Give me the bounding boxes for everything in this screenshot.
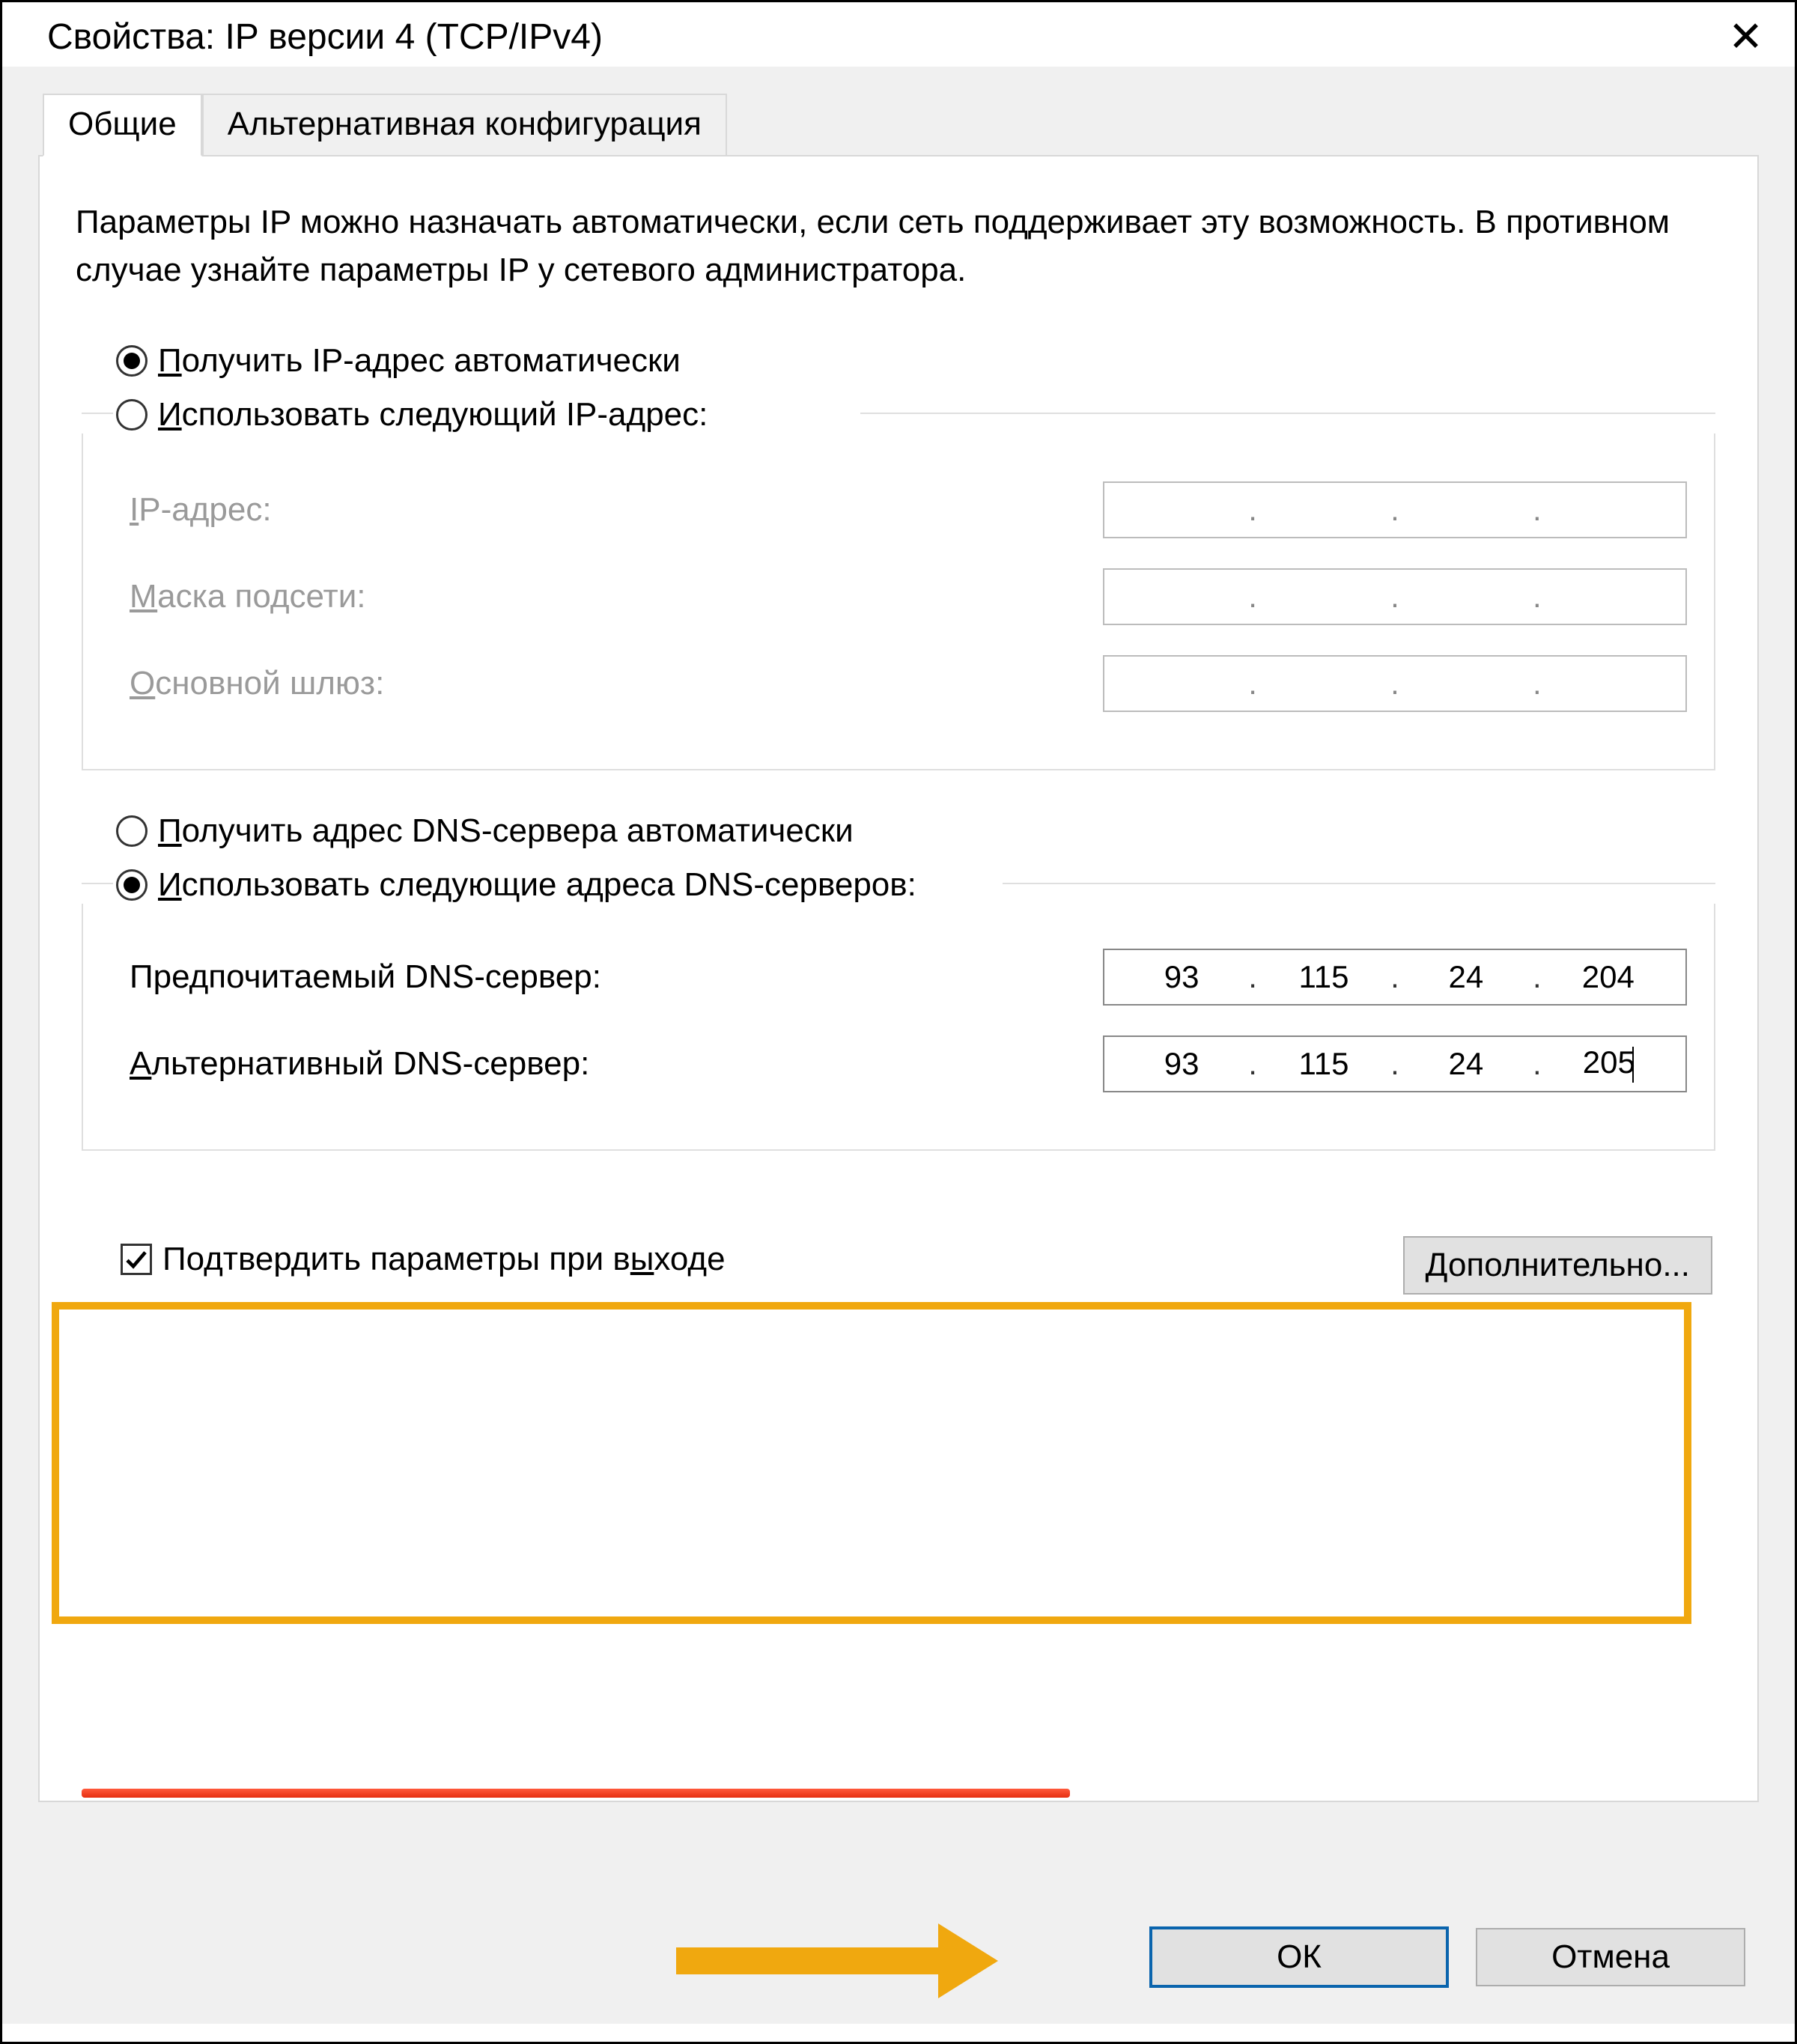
input-ip-address: ...	[1103, 481, 1687, 538]
radio-icon	[116, 815, 148, 847]
window-title: Свойства: IP версии 4 (TCP/IPv4)	[47, 16, 603, 58]
label-subnet: Маска подсети:	[130, 578, 366, 615]
radio-ip-auto-label: Получить IP-адрес автоматически	[158, 342, 681, 380]
ipv4-properties-dialog: Свойства: IP версии 4 (TCP/IPv4) ✕ Общие…	[0, 0, 1797, 2044]
input-preferred-dns[interactable]: 93. 115. 24. 204	[1103, 949, 1687, 1006]
tab-general[interactable]: Общие	[43, 94, 202, 156]
annotation-red-underline	[82, 1789, 1070, 1798]
radio-dns-manual-label: Использовать следующие адреса DNS-сервер…	[158, 866, 916, 904]
row-preferred-dns: Предпочитаемый DNS-сервер: 93. 115. 24. …	[130, 949, 1687, 1006]
titlebar: Свойства: IP версии 4 (TCP/IPv4) ✕	[2, 2, 1795, 67]
label-gateway: Основной шлюз:	[130, 665, 384, 702]
tab-alternate[interactable]: Альтернативная конфигурация	[202, 94, 727, 155]
advanced-button[interactable]: Дополнительно...	[1403, 1236, 1712, 1295]
label-alternate-dns: Альтернативный DNS-сервер:	[130, 1045, 589, 1083]
footer-buttons: ОК Отмена	[1149, 1926, 1745, 1988]
ok-button[interactable]: ОК	[1149, 1926, 1449, 1988]
radio-icon	[116, 869, 148, 901]
label-preferred-dns: Предпочитаемый DNS-сервер:	[130, 958, 601, 996]
row-subnet: Маска подсети: ...	[130, 568, 1687, 625]
cancel-button[interactable]: Отмена	[1476, 1928, 1745, 1986]
row-ip-address: IP-адрес: ...	[130, 481, 1687, 538]
label-ip-address: IP-адрес:	[130, 491, 272, 529]
annotation-highlight-dns	[52, 1302, 1691, 1624]
row-alternate-dns: Альтернативный DNS-сервер: 93. 115. 24. …	[130, 1035, 1687, 1092]
input-alternate-dns[interactable]: 93. 115. 24. 205	[1103, 1035, 1687, 1092]
input-gateway: ...	[1103, 655, 1687, 712]
input-subnet: ...	[1103, 568, 1687, 625]
radio-ip-auto[interactable]: Получить IP-адрес автоматически	[116, 342, 1721, 380]
tabs: Общие Альтернативная конфигурация	[43, 94, 1759, 155]
annotation-arrow-ok	[676, 1923, 998, 1998]
row-gateway: Основной шлюз: ...	[130, 655, 1687, 712]
radio-ip-manual-label: Использовать следующий IP-адрес:	[158, 396, 708, 434]
radio-dns-manual[interactable]: Использовать следующие адреса DNS-сервер…	[116, 866, 1715, 904]
checkbox-icon	[121, 1244, 152, 1275]
description-text: Параметры IP можно назначать автоматичес…	[76, 198, 1721, 294]
radio-ip-manual[interactable]: Использовать следующий IP-адрес:	[116, 396, 1715, 434]
checkbox-validate-label: Подтвердить параметры при выходе	[162, 1241, 726, 1278]
radio-icon	[116, 399, 148, 431]
tab-panel-general: Параметры IP можно назначать автоматичес…	[38, 155, 1759, 1802]
dialog-body: Общие Альтернативная конфигурация Параме…	[2, 67, 1795, 2024]
radio-dns-auto-label: Получить адрес DNS-сервера автоматически	[158, 812, 854, 850]
radio-icon	[116, 345, 148, 377]
close-icon[interactable]: ✕	[1719, 16, 1772, 58]
radio-dns-auto[interactable]: Получить адрес DNS-сервера автоматически	[116, 812, 1721, 850]
